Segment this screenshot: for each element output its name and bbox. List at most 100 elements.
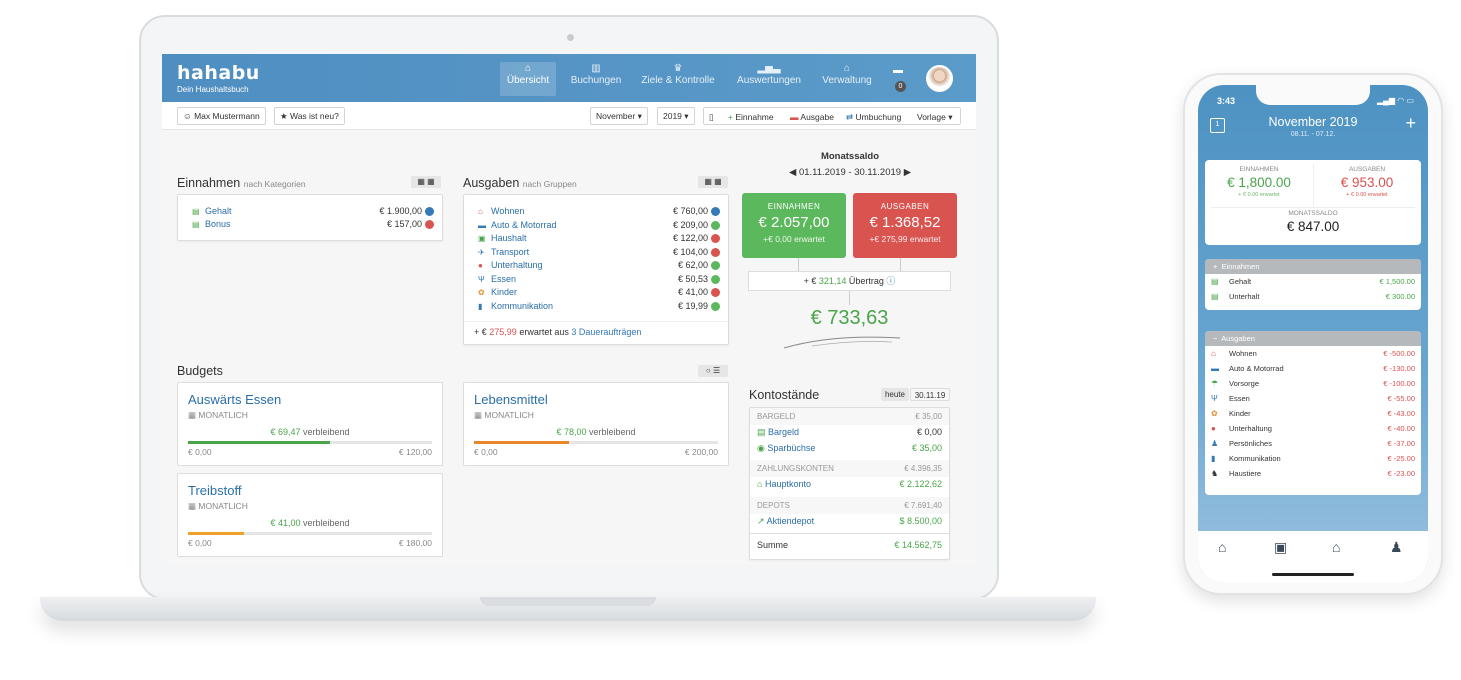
user-avatar[interactable] <box>926 65 953 92</box>
mobile-expense-row[interactable]: ▮ Kommunikation € -25.00 <box>1205 451 1421 466</box>
saldo-total: € 733,63 <box>810 307 889 329</box>
value: € 953.00 <box>1340 175 1394 190</box>
mobile-income-row[interactable]: ▤ Unterhalt € 300.00 <box>1205 289 1421 304</box>
account-label: BARGELD <box>757 412 796 421</box>
mobile-expense-row[interactable]: ✿ Kinder € -43.00 <box>1205 406 1421 421</box>
month-select[interactable]: November ▾ <box>590 107 648 125</box>
account-row[interactable]: ↗ Aktiendepot $ 8.500,00 <box>750 514 949 530</box>
expected: + € 0.00 erwartet <box>1346 192 1388 198</box>
home-icon: ⌂ <box>524 63 532 74</box>
note-prefix: + € <box>474 327 487 337</box>
accounts-tab-date[interactable]: 30.11.19 <box>910 388 950 401</box>
row-value: € -23.00 <box>1387 469 1415 478</box>
period-text: MONATLICH <box>198 410 248 420</box>
standing-orders-link[interactable]: 3 Daueraufträgen <box>571 327 641 337</box>
saldo-expense-tile[interactable]: AUSGABEN € 1.368,52 +€ 275,99 erwartet <box>853 193 957 258</box>
account-label: Sparbüchse <box>767 442 816 453</box>
income-view-toggle[interactable]: ▦ ▦ <box>411 176 441 188</box>
next-period-icon[interactable]: ▶ <box>904 167 911 178</box>
expense-row[interactable]: ▣ Haushalt € 122,00 <box>478 232 720 245</box>
nav-verwaltung[interactable]: ⌂ Verwaltung <box>818 62 876 96</box>
row-value: € -25.00 <box>1387 454 1415 463</box>
budget-progress-fill <box>474 441 570 444</box>
expense-row[interactable]: ▬ Auto & Motorrad € 209,00 <box>478 219 720 232</box>
tile-expected: +€ 275,99 erwartet <box>869 234 941 244</box>
mobile-expense-row[interactable]: Ψ Essen € -55.00 <box>1205 391 1421 406</box>
year-select[interactable]: 2019 ▾ <box>657 107 695 125</box>
add-expense-label: Ausgabe <box>800 112 834 122</box>
expense-row[interactable]: ▮ Kommunikation € 19,99 <box>478 300 720 313</box>
user-button[interactable]: ☺ Max Mustermann <box>177 107 266 125</box>
nav-auswertungen[interactable]: ▂▅▃ Auswertungen <box>732 62 806 96</box>
budget-remaining: € 69,47 verbleibend <box>178 427 442 437</box>
add-income-button[interactable]: + Einnahme <box>728 112 774 122</box>
home-tab-icon[interactable]: ⌂ <box>1218 539 1226 555</box>
money-tab-icon[interactable]: ▣ <box>1274 539 1287 556</box>
money-icon: ▤ <box>192 220 200 229</box>
whats-new-button[interactable]: ★ Was ist neu? <box>274 107 345 125</box>
app-logo[interactable]: hahabu Dein Haushaltsbuch <box>177 62 260 94</box>
remaining-value: € 78,00 <box>556 427 587 437</box>
bank-icon: ⌂ <box>757 479 763 489</box>
income-row-bonus[interactable]: ▤ Bonus € 157,00 <box>192 218 434 231</box>
carry-value: 321,14 <box>818 276 847 286</box>
mobile-expense-row[interactable]: ♟ Persönliches € -37.00 <box>1205 436 1421 451</box>
expense-row[interactable]: ⌂ Wohnen € 760,00 <box>478 205 720 218</box>
section-header[interactable]: − Ausgaben <box>1205 331 1421 346</box>
nav-uebersicht[interactable]: ⌂ Übersicht <box>500 62 556 96</box>
nav-ziele-kontrolle[interactable]: ♛ Ziele & Kontrolle <box>638 62 718 96</box>
expense-row[interactable]: Ψ Essen € 50,53 <box>478 273 720 286</box>
income-row-gehalt[interactable]: ▤ Gehalt € 1.900,00 <box>192 205 434 218</box>
row-value: € -130.00 <box>1383 364 1415 373</box>
template-dropdown[interactable]: Vorlage ▾ <box>917 112 953 123</box>
saldo-range-text: 01.11.2019 - 30.11.2019 <box>798 167 902 178</box>
budget-card[interactable]: Lebensmittel ▦ MONATLICH € 78,00 verbleibe… <box>463 382 729 466</box>
section-header[interactable]: + Einnahmen <box>1205 259 1421 274</box>
expense-row[interactable]: ✈ Transport € 104,00 <box>478 246 720 259</box>
cash-icon: ▤ <box>757 427 766 437</box>
expense-row[interactable]: ✿ Kinder € 41,00 <box>478 286 720 299</box>
budget-max: € 120,00 <box>398 447 432 457</box>
label: MONATSSALDO <box>1288 210 1338 217</box>
dog-icon: ♞ <box>1211 469 1219 478</box>
nav-buchungen[interactable]: ▥ Buchungen <box>566 62 626 96</box>
expense-value: € 62,00 <box>677 260 708 270</box>
document-icon[interactable]: ▯ <box>709 112 714 123</box>
account-value: € 14.562,75 <box>894 540 942 550</box>
budget-card[interactable]: Treibstoff ▦ MONATLICH € 41,00 verbleibend… <box>177 473 443 557</box>
profile-tab-icon[interactable]: ♟ <box>1390 539 1403 556</box>
bank-tab-icon[interactable]: ⌂ <box>1332 539 1340 555</box>
nav-label: Verwaltung <box>822 75 872 86</box>
row-value: € -500.00 <box>1383 349 1415 358</box>
saldo-income-tile[interactable]: EINNAHMEN € 2.057,00 +€ 0,00 erwartet <box>742 193 846 258</box>
minus-icon: ▬ <box>790 112 799 122</box>
account-row[interactable]: ▤ Bargeld € 0,00 <box>750 425 949 441</box>
inbox-icon[interactable]: ▬ <box>893 65 903 76</box>
expenses-view-toggle[interactable]: ▦ ▦ <box>698 176 728 188</box>
add-icon[interactable]: + <box>1405 113 1416 134</box>
mobile-expense-row[interactable]: ♞ Haustiere € -23.00 <box>1205 466 1421 481</box>
account-name: ▤ Bargeld <box>757 425 799 441</box>
budget-name: Auswärts Essen <box>188 392 282 407</box>
account-row[interactable]: ⌂ Hauptkonto € 2.122,62 <box>750 477 949 493</box>
mobile-expense-row[interactable]: ▬ Auto & Motorrad € -130.00 <box>1205 361 1421 376</box>
mobile-expense-row[interactable]: ⌂ Wohnen € -500.00 <box>1205 346 1421 361</box>
prev-period-icon[interactable]: ◀ <box>789 167 796 178</box>
account-row[interactable]: ◉ Sparbüchse € 35,00 <box>750 441 949 457</box>
budgets-view-toggle[interactable]: ○ ☰ <box>698 365 728 377</box>
income-name: Gehalt <box>205 206 232 216</box>
mobile-income-row[interactable]: ▤ Gehalt € 1,500.00 <box>1205 274 1421 289</box>
row-name: Auto & Motorrad <box>1229 364 1284 373</box>
budget-card[interactable]: Auswärts Essen ▦ MONATLICH € 69,47 verblei… <box>177 382 443 466</box>
add-expense-button[interactable]: ▬ Ausgabe <box>790 112 834 122</box>
mobile-income-summary: EINNAHMEN € 1,800.00 + € 0.00 erwartet <box>1205 166 1313 198</box>
expense-row[interactable]: ● Unterhaltung € 62,00 <box>478 259 720 272</box>
accounts-tab-today[interactable]: heute <box>881 388 909 401</box>
budget-period: ▦ MONATLICH <box>188 410 248 421</box>
mobile-expense-row[interactable]: ☂ Vorsorge € -100.00 <box>1205 376 1421 391</box>
info-icon[interactable]: ⓘ <box>886 276 895 286</box>
account-name: DEPOTS <box>757 497 790 514</box>
template-label: Vorlage <box>917 112 946 122</box>
transfer-button[interactable]: ⇄ Umbuchung <box>846 112 901 123</box>
mobile-expense-row[interactable]: ● Unterhaltung € -40.00 <box>1205 421 1421 436</box>
